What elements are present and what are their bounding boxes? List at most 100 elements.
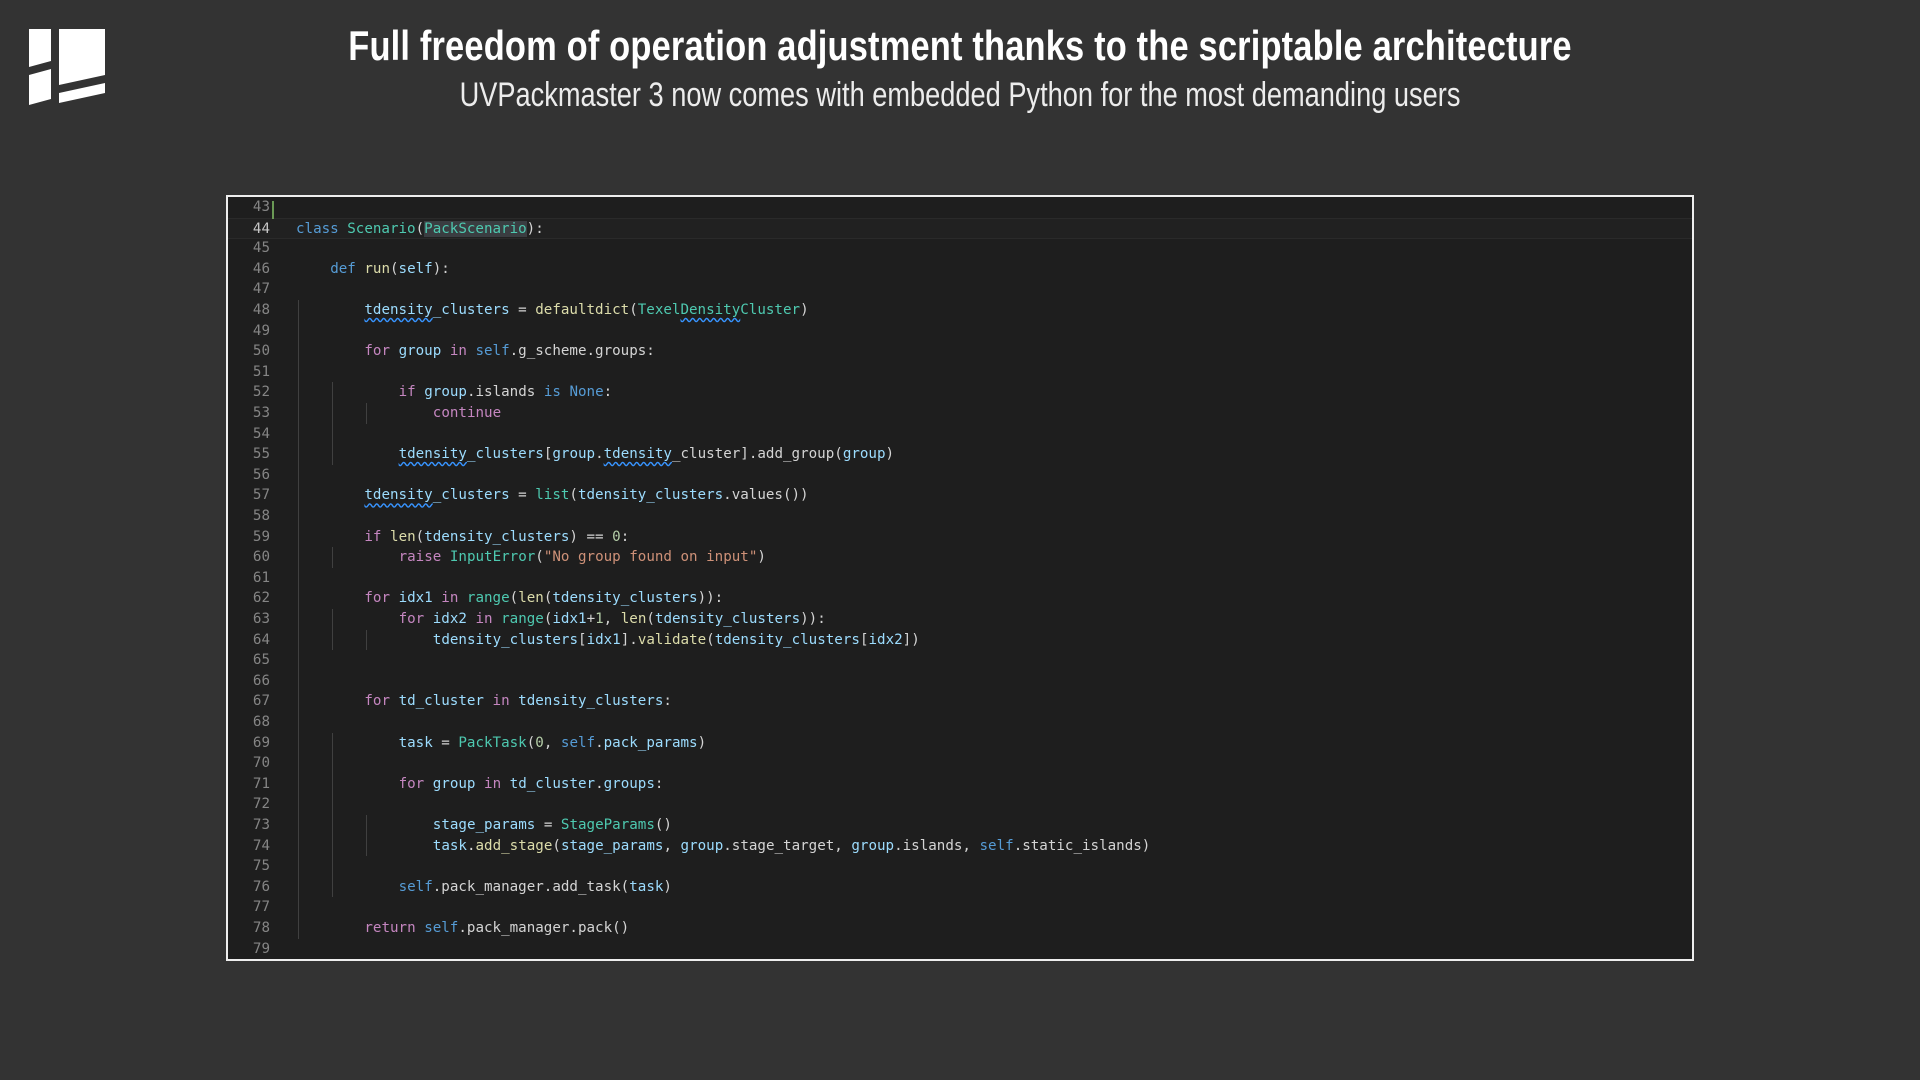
line-number: 64 xyxy=(252,631,270,648)
editor-change-marker xyxy=(272,201,274,219)
code-line[interactable]: 54 xyxy=(228,424,1692,445)
line-number: 61 xyxy=(252,569,270,586)
code-line[interactable]: 73 stage_params = StageParams() xyxy=(228,815,1692,836)
code-token: group xyxy=(680,837,724,854)
code-line[interactable]: 77 xyxy=(228,897,1692,918)
code-token: in xyxy=(475,611,493,627)
code-line[interactable]: 72 xyxy=(228,794,1692,815)
code-token: ( xyxy=(415,220,425,237)
code-token: 0 xyxy=(535,734,544,751)
code-token: tdensity xyxy=(398,446,467,463)
code-text: raise InputError("No group found on inpu… xyxy=(399,547,766,568)
code-line[interactable]: 48 tdensity_clusters = defaultdict(TexelD… xyxy=(228,300,1692,321)
code-line[interactable]: 64 tdensity_clusters[idx1].validate(tdens… xyxy=(228,630,1692,651)
code-line[interactable]: 47 xyxy=(228,279,1692,300)
code-token: stage_params xyxy=(432,817,536,833)
code-token: range xyxy=(466,590,510,607)
code-text: for idx2 in range(idx1+1, len(tdensity_c… xyxy=(399,609,826,630)
line-number: 57 xyxy=(252,487,270,504)
code-token: self xyxy=(475,343,510,360)
code-token: in xyxy=(449,343,467,360)
code-text: for idx1 in range(len(tdensity_clusters)… xyxy=(364,588,723,609)
code-line[interactable]: 61 xyxy=(228,568,1692,589)
code-token: .values()) xyxy=(723,487,809,504)
code-token: PackScenario xyxy=(424,220,527,237)
code-line[interactable]: 78 return self.pack_manager.pack() xyxy=(228,918,1692,939)
code-line[interactable]: 55 tdensity_clusters[group.tdensity_clust… xyxy=(228,444,1692,465)
line-number: 73 xyxy=(252,817,270,833)
code-text: task = PackTask(0, self.pack_params) xyxy=(399,733,707,754)
code-line[interactable]: 62 for idx1 in range(len(tdensity_cluster… xyxy=(228,588,1692,609)
code-line[interactable]: 52 if group.islands is None: xyxy=(228,382,1692,403)
code-line[interactable]: 53 continue xyxy=(228,403,1692,424)
code-line[interactable]: 75 xyxy=(228,856,1692,877)
code-token: .pack_manager.pack() xyxy=(458,920,630,936)
line-number: 54 xyxy=(252,425,270,442)
code-line[interactable]: 76 self.pack_manager.add_task(task) xyxy=(228,877,1692,898)
indent-guide xyxy=(298,300,299,939)
code-line[interactable]: 69 task = PackTask(0, self.pack_params) xyxy=(228,733,1692,754)
code-token: .islands, xyxy=(894,837,980,854)
code-token: task xyxy=(432,837,467,854)
code-token: self xyxy=(424,920,459,936)
code-text: continue xyxy=(433,403,501,424)
code-line[interactable]: 45 xyxy=(228,238,1692,259)
code-token: ]. xyxy=(620,631,638,648)
code-line[interactable]: 59 if len(tdensity_clusters) == 0: xyxy=(228,527,1692,548)
code-token: : xyxy=(817,611,826,627)
code-token: ) xyxy=(800,302,809,318)
code-line[interactable]: 63 for idx2 in range(idx1+1, len(tdensity… xyxy=(228,609,1692,630)
code-token: ( xyxy=(535,549,544,566)
code-token: group xyxy=(424,384,467,401)
code-token: td_cluster xyxy=(509,775,596,792)
code-token: groups xyxy=(603,775,655,792)
code-token: ( xyxy=(509,590,519,607)
code-token: 1 xyxy=(595,611,604,627)
indent-guide xyxy=(366,629,368,651)
code-token: , xyxy=(663,837,681,854)
code-line[interactable]: 51 xyxy=(228,362,1692,383)
code-token: run xyxy=(364,260,390,277)
code-line[interactable]: 49 xyxy=(228,321,1692,342)
code-token: ( xyxy=(552,837,561,854)
indent-guide xyxy=(332,382,334,465)
code-line[interactable]: 66 xyxy=(228,671,1692,692)
code-line[interactable]: 74 task.add_stage(stage_params, group.sta… xyxy=(228,836,1692,857)
code-token: .pack_manager.add_task( xyxy=(432,878,630,895)
code-line[interactable]: 65 xyxy=(228,650,1692,671)
code-token: . xyxy=(595,446,604,463)
code-line[interactable]: 50 for group in self.g_scheme.groups: xyxy=(228,341,1692,362)
code-token: tdensity_clusters xyxy=(714,631,860,648)
line-number: 59 xyxy=(252,528,270,545)
line-number: 76 xyxy=(252,878,270,895)
code-line[interactable]: 43 xyxy=(228,197,1692,218)
code-editor[interactable]: 43 44 class Scenario(PackScenario): 45 46 def… xyxy=(226,195,1694,961)
code-line[interactable]: 71 for group in td_cluster.groups: xyxy=(228,774,1692,795)
code-line[interactable]: 44 class Scenario(PackScenario): xyxy=(228,217,1692,239)
code-line[interactable]: 70 xyxy=(228,753,1692,774)
indent-guide xyxy=(332,547,334,568)
code-token: tdensity_clusters xyxy=(424,528,570,545)
code-token: if xyxy=(398,384,416,401)
code-token: InputError xyxy=(449,549,536,566)
code-token: Density xyxy=(680,302,741,318)
code-text: tdensity_clusters[group.tdensity_cluster… xyxy=(399,444,894,465)
code-line[interactable]: 67 for td_cluster in tdensity_clusters: xyxy=(228,691,1692,712)
code-line[interactable]: 56 xyxy=(228,465,1692,486)
line-number: 78 xyxy=(252,920,270,936)
code-token: , xyxy=(543,734,561,751)
code-line[interactable]: 68 xyxy=(228,712,1692,733)
code-token: Cluster xyxy=(740,302,801,318)
code-token: None xyxy=(569,384,604,401)
code-line[interactable]: 60 raise InputError("No group found on in… xyxy=(228,547,1692,568)
code-token: = xyxy=(535,817,561,833)
code-line[interactable]: 46 def run(self): xyxy=(228,259,1692,280)
code-token: list xyxy=(535,487,570,504)
code-line[interactable]: 57 tdensity_clusters = list(tdensity_clus… xyxy=(228,485,1692,506)
code-line[interactable]: 79 xyxy=(228,939,1692,959)
code-line[interactable]: 58 xyxy=(228,506,1692,527)
